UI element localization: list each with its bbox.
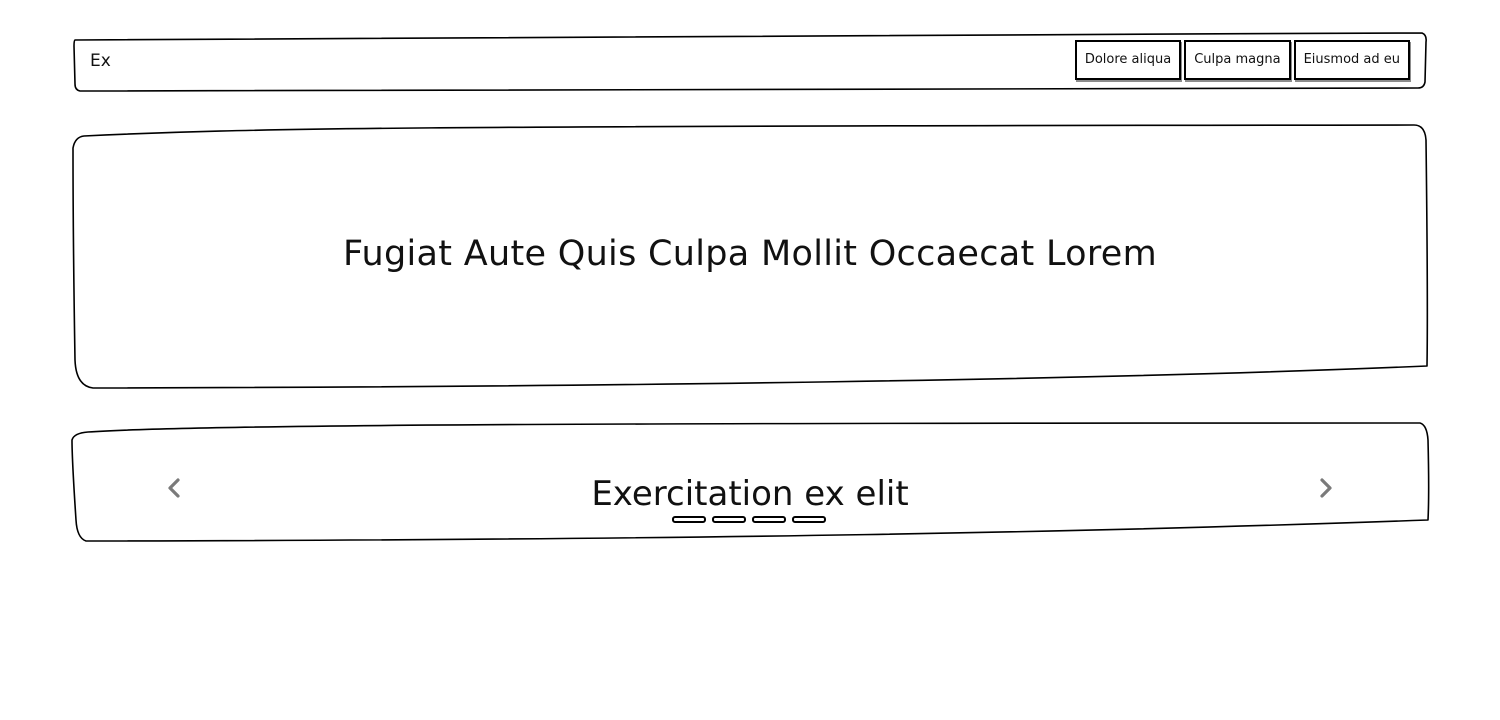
carousel-indicator[interactable] <box>712 516 746 523</box>
carousel-indicator[interactable] <box>672 516 706 523</box>
chevron-right-icon <box>1320 478 1332 498</box>
navbar: Ex Dolore aliqua Culpa magna Eiusmod ad … <box>74 34 1426 90</box>
nav-button-culpa-magna[interactable]: Culpa magna <box>1184 40 1291 80</box>
navbar-button-group: Dolore aliqua Culpa magna Eiusmod ad eu <box>1074 40 1410 80</box>
carousel-indicator[interactable] <box>792 516 826 523</box>
hero-title: Fugiat Aute Quis Culpa Mollit Occaecat L… <box>342 234 1158 274</box>
carousel-next-button[interactable] <box>1314 474 1338 502</box>
carousel-indicator[interactable] <box>752 516 786 523</box>
nav-button-eiusmod-ad-eu[interactable]: Eiusmod ad eu <box>1293 40 1410 80</box>
nav-button-dolore-aliqua[interactable]: Dolore aliqua <box>1074 40 1182 80</box>
hero-banner: Fugiat Aute Quis Culpa Mollit Occaecat L… <box>74 126 1426 388</box>
navbar-brand[interactable]: Ex <box>90 51 111 71</box>
carousel-indicators <box>672 516 826 523</box>
carousel-slide-title: Exercitation ex elit <box>591 474 909 514</box>
carousel: Exercitation ex elit <box>74 424 1426 540</box>
